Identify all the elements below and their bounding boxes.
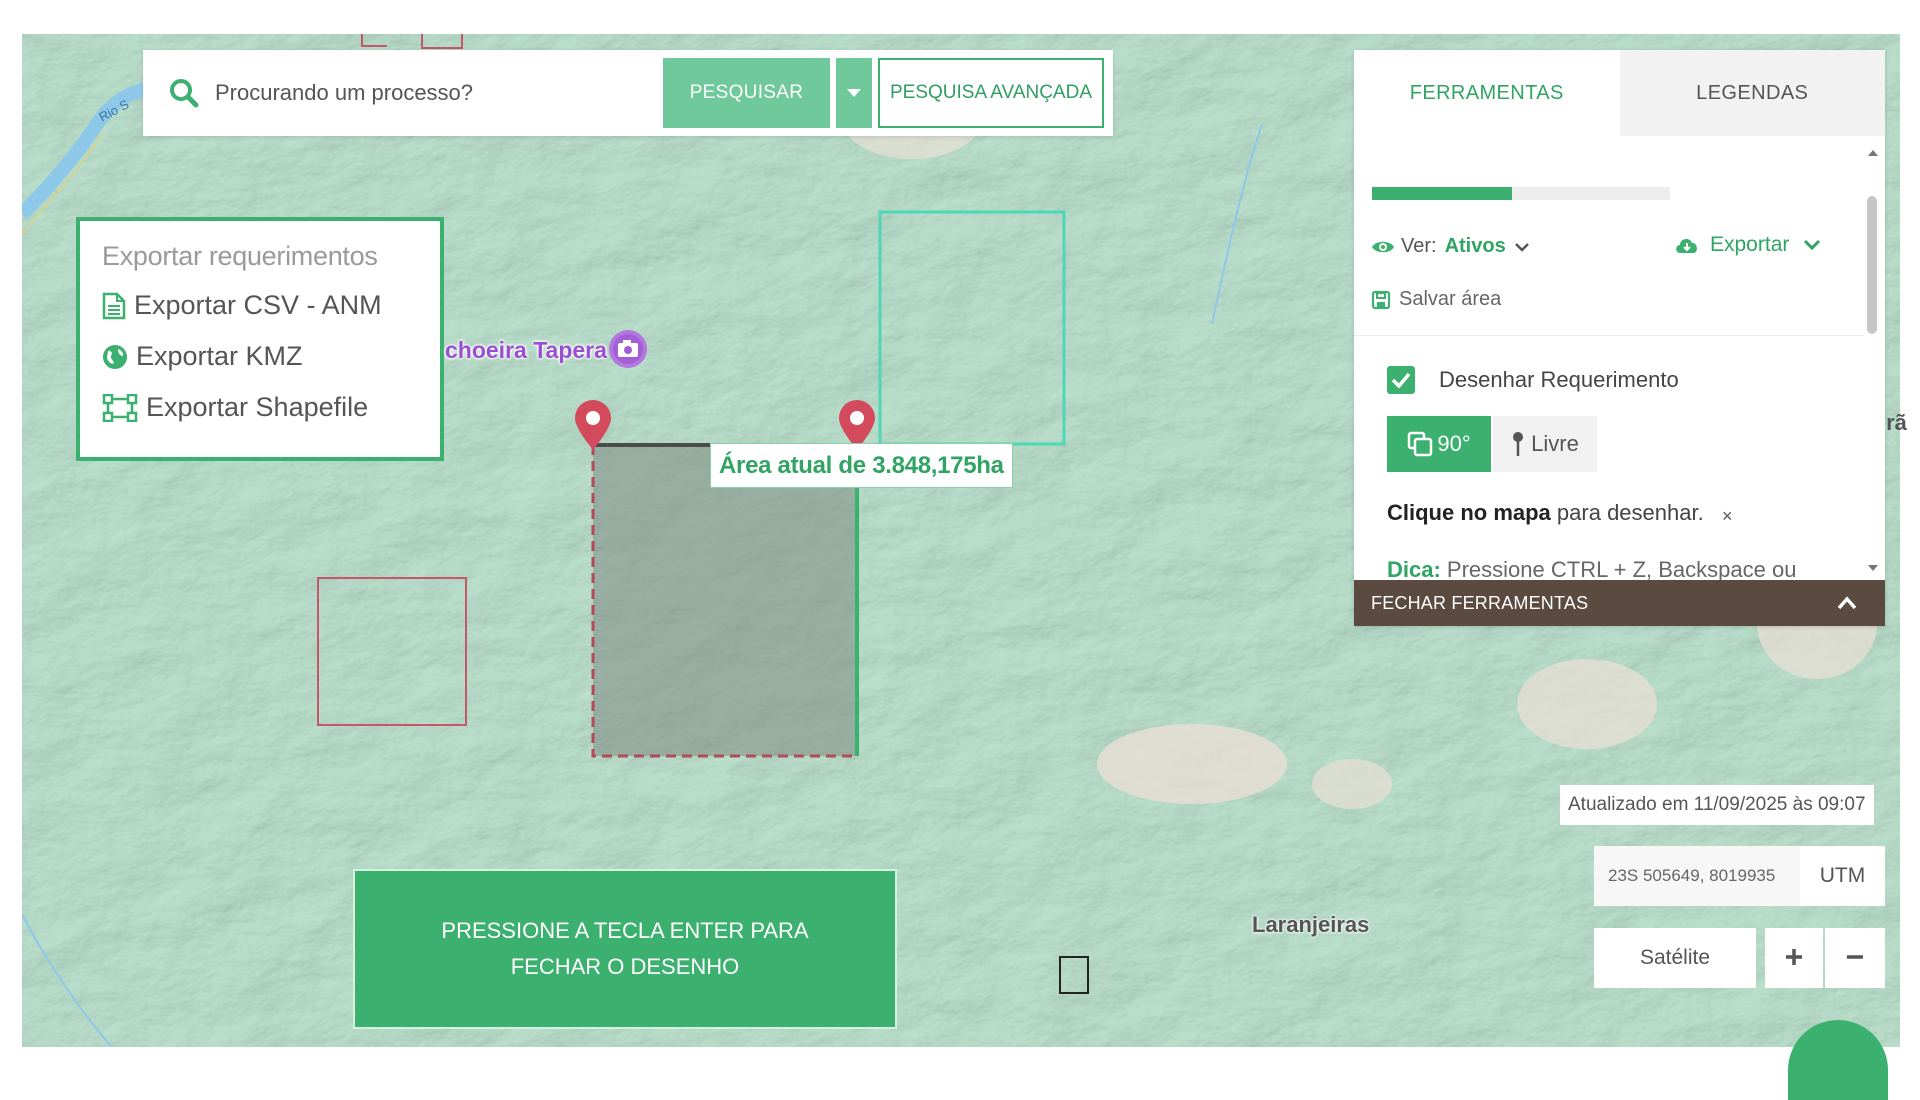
place-label: choeira Tapera	[445, 337, 607, 363]
coordinates-value: 23S 505649, 8019935	[1594, 846, 1800, 906]
mode-free-button[interactable]: Livre	[1493, 416, 1597, 472]
draw-instruction-text: PRESSIONE A TECLA ENTER PARA FECHAR O DE…	[441, 918, 809, 979]
mode-90-label: 90°	[1437, 431, 1471, 456]
search-bar: PESQUISAR PESQUISA AVANÇADA	[143, 50, 1113, 136]
tools-panel: FERRAMENTAS LEGENDAS Ver: Ativos Exporta…	[1354, 50, 1885, 626]
save-area-label: Salvar área	[1399, 288, 1502, 310]
file-icon	[102, 292, 126, 319]
draw-requirement-toggle[interactable]: Desenhar Requerimento	[1387, 366, 1679, 394]
town-label: Laranjeiras	[1252, 912, 1370, 937]
draw-hint: Clique no mapa para desenhar.	[1387, 500, 1704, 526]
scroll-up-icon[interactable]	[1865, 145, 1881, 161]
close-tools-label: FECHAR FERRAMENTAS	[1371, 592, 1589, 613]
export-shapefile-item[interactable]: Exportar Shapefile	[102, 392, 418, 423]
eye-icon	[1372, 241, 1394, 252]
export-csv-label: Exportar CSV - ANM	[134, 290, 382, 320]
search-icon	[170, 79, 199, 108]
scroll-down-icon[interactable]	[1865, 560, 1881, 576]
view-filter-label: Ver:	[1401, 235, 1437, 257]
export-dropdown-label: Exportar	[1710, 233, 1790, 256]
updated-timestamp: Atualizado em 11/09/2025 às 09:07	[1560, 785, 1874, 825]
tab-tools[interactable]: FERRAMENTAS	[1354, 50, 1620, 136]
map-marker-box[interactable]	[1059, 956, 1089, 994]
pin-icon	[1513, 432, 1524, 456]
caret-down-icon	[847, 89, 861, 97]
panel-divider	[1354, 335, 1864, 336]
export-shapefile-label: Exportar Shapefile	[146, 392, 369, 422]
cloud-download-icon	[1676, 239, 1697, 253]
floppy-icon	[1371, 290, 1391, 309]
area-tooltip: Área atual de 3.848,175ha	[710, 443, 1013, 488]
export-kmz-label: Exportar KMZ	[136, 341, 303, 371]
mode-free-label: Livre	[1531, 431, 1579, 456]
draw-hint-bold: Clique no mapa	[1387, 500, 1551, 525]
draw-requirement-label: Desenhar Requerimento	[1439, 367, 1679, 392]
save-area-button[interactable]: Salvar área	[1371, 288, 1501, 311]
zoom-out-button[interactable]	[1825, 928, 1885, 988]
export-kmz-item[interactable]: Exportar KMZ	[102, 341, 418, 372]
export-csv-item[interactable]: Exportar CSV - ANM	[102, 290, 418, 321]
scrollbar-thumb[interactable]	[1867, 196, 1877, 334]
check-icon	[1391, 372, 1411, 388]
draw-tip-bold: Dica:	[1387, 557, 1441, 582]
export-menu: Exportar requerimentos Exportar CSV - AN…	[76, 217, 444, 461]
chevron-down-icon	[1804, 239, 1821, 251]
draw-requirement-checkbox[interactable]	[1387, 366, 1415, 394]
chevron-down-icon	[1514, 242, 1529, 252]
coordinates-unit-toggle[interactable]: UTM	[1800, 846, 1885, 906]
view-filter-value: Ativos	[1444, 235, 1506, 257]
mode-90-button[interactable]: 90°	[1387, 416, 1491, 472]
search-dropdown-button[interactable]	[836, 58, 872, 128]
export-dropdown[interactable]: Exportar	[1674, 233, 1821, 257]
tools-progress-fill	[1372, 187, 1512, 200]
search-button[interactable]: PESQUISAR	[663, 58, 830, 128]
tab-legends[interactable]: LEGENDAS	[1619, 50, 1885, 136]
copy-square-icon	[1408, 431, 1433, 457]
draw-hint-close-button[interactable]: ×	[1722, 506, 1733, 527]
globe-icon	[103, 344, 127, 369]
close-tools-button[interactable]: FECHAR FERRAMENTAS	[1354, 580, 1885, 626]
view-filter[interactable]: Ver: Ativos	[1371, 235, 1530, 258]
draw-instruction-banner: PRESSIONE A TECLA ENTER PARA FECHAR O DE…	[353, 869, 897, 1029]
search-input[interactable]	[215, 68, 655, 118]
plus-icon	[1786, 948, 1802, 965]
zoom-in-button[interactable]	[1765, 928, 1823, 988]
camera-place-icon[interactable]	[608, 329, 648, 373]
minus-icon	[1847, 954, 1863, 959]
export-menu-title: Exportar requerimentos	[102, 241, 378, 271]
chevron-up-icon	[1837, 596, 1857, 610]
advanced-search-button[interactable]: PESQUISA AVANÇADA	[878, 58, 1104, 128]
draw-hint-text: para desenhar.	[1556, 500, 1704, 525]
shape-icon	[102, 393, 138, 422]
satellite-toggle-button[interactable]: Satélite	[1594, 928, 1756, 988]
coordinates-readout: 23S 505649, 8019935 UTM	[1594, 846, 1885, 906]
tools-tabs: FERRAMENTAS LEGENDAS	[1354, 50, 1885, 136]
